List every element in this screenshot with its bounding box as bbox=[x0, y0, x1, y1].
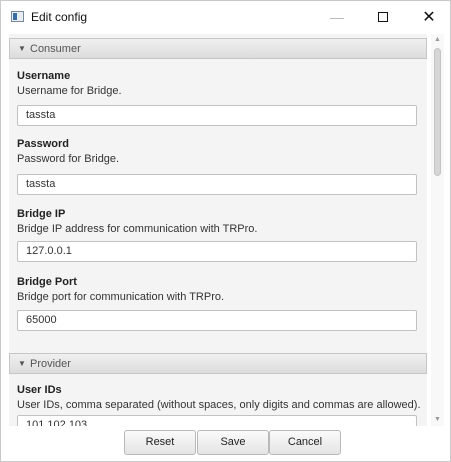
minimize-button[interactable]: — bbox=[314, 1, 360, 33]
bridge-port-label: Bridge Port bbox=[17, 276, 77, 288]
scroll-down-icon[interactable]: ▼ bbox=[434, 416, 441, 423]
reset-button[interactable]: Reset bbox=[124, 430, 196, 455]
vertical-scrollbar[interactable]: ▲ ▼ bbox=[431, 34, 444, 426]
maximize-icon bbox=[378, 12, 388, 22]
bridge-ip-description: Bridge IP address for communication with… bbox=[17, 223, 258, 235]
edit-config-window: Edit config — ✕ ▼ Consumer Username User… bbox=[0, 0, 451, 462]
window-title: Edit config bbox=[31, 10, 88, 24]
username-label: Username bbox=[17, 70, 71, 82]
bridge-port-field[interactable]: 65000 bbox=[17, 310, 417, 331]
section-header-consumer[interactable]: ▼ Consumer bbox=[9, 38, 427, 59]
section-header-provider[interactable]: ▼ Provider bbox=[9, 353, 427, 374]
section-title-provider: Provider bbox=[30, 358, 71, 370]
bridge-ip-field[interactable]: 127.0.0.1 bbox=[17, 241, 417, 262]
maximize-button[interactable] bbox=[360, 1, 406, 33]
close-icon: ✕ bbox=[422, 9, 436, 26]
user-ids-label: User IDs bbox=[17, 384, 62, 396]
user-ids-field[interactable]: 101,102,103 bbox=[17, 415, 417, 426]
close-button[interactable]: ✕ bbox=[406, 1, 451, 33]
scrollbar-thumb[interactable] bbox=[434, 48, 441, 176]
username-field[interactable]: tassta bbox=[17, 105, 417, 126]
user-ids-description: User IDs, comma separated (without space… bbox=[17, 399, 421, 411]
config-content: ▼ Consumer Username Username for Bridge.… bbox=[9, 34, 427, 426]
section-title-consumer: Consumer bbox=[30, 43, 81, 55]
dialog-footer: Reset Save Cancel bbox=[1, 427, 450, 461]
bridge-ip-label: Bridge IP bbox=[17, 208, 66, 220]
password-label: Password bbox=[17, 138, 69, 150]
password-description: Password for Bridge. bbox=[17, 153, 120, 165]
password-field[interactable]: tassta bbox=[17, 174, 417, 195]
minimize-icon: — bbox=[330, 9, 344, 25]
save-button[interactable]: Save bbox=[197, 430, 269, 455]
title-bar[interactable]: Edit config — ✕ bbox=[1, 1, 450, 33]
username-description: Username for Bridge. bbox=[17, 85, 122, 97]
collapse-arrow-icon: ▼ bbox=[18, 44, 26, 53]
bridge-port-description: Bridge port for communication with TRPro… bbox=[17, 291, 225, 303]
scroll-up-icon[interactable]: ▲ bbox=[434, 36, 441, 43]
collapse-arrow-icon: ▼ bbox=[18, 359, 26, 368]
cancel-button[interactable]: Cancel bbox=[269, 430, 341, 455]
app-icon bbox=[11, 11, 24, 22]
